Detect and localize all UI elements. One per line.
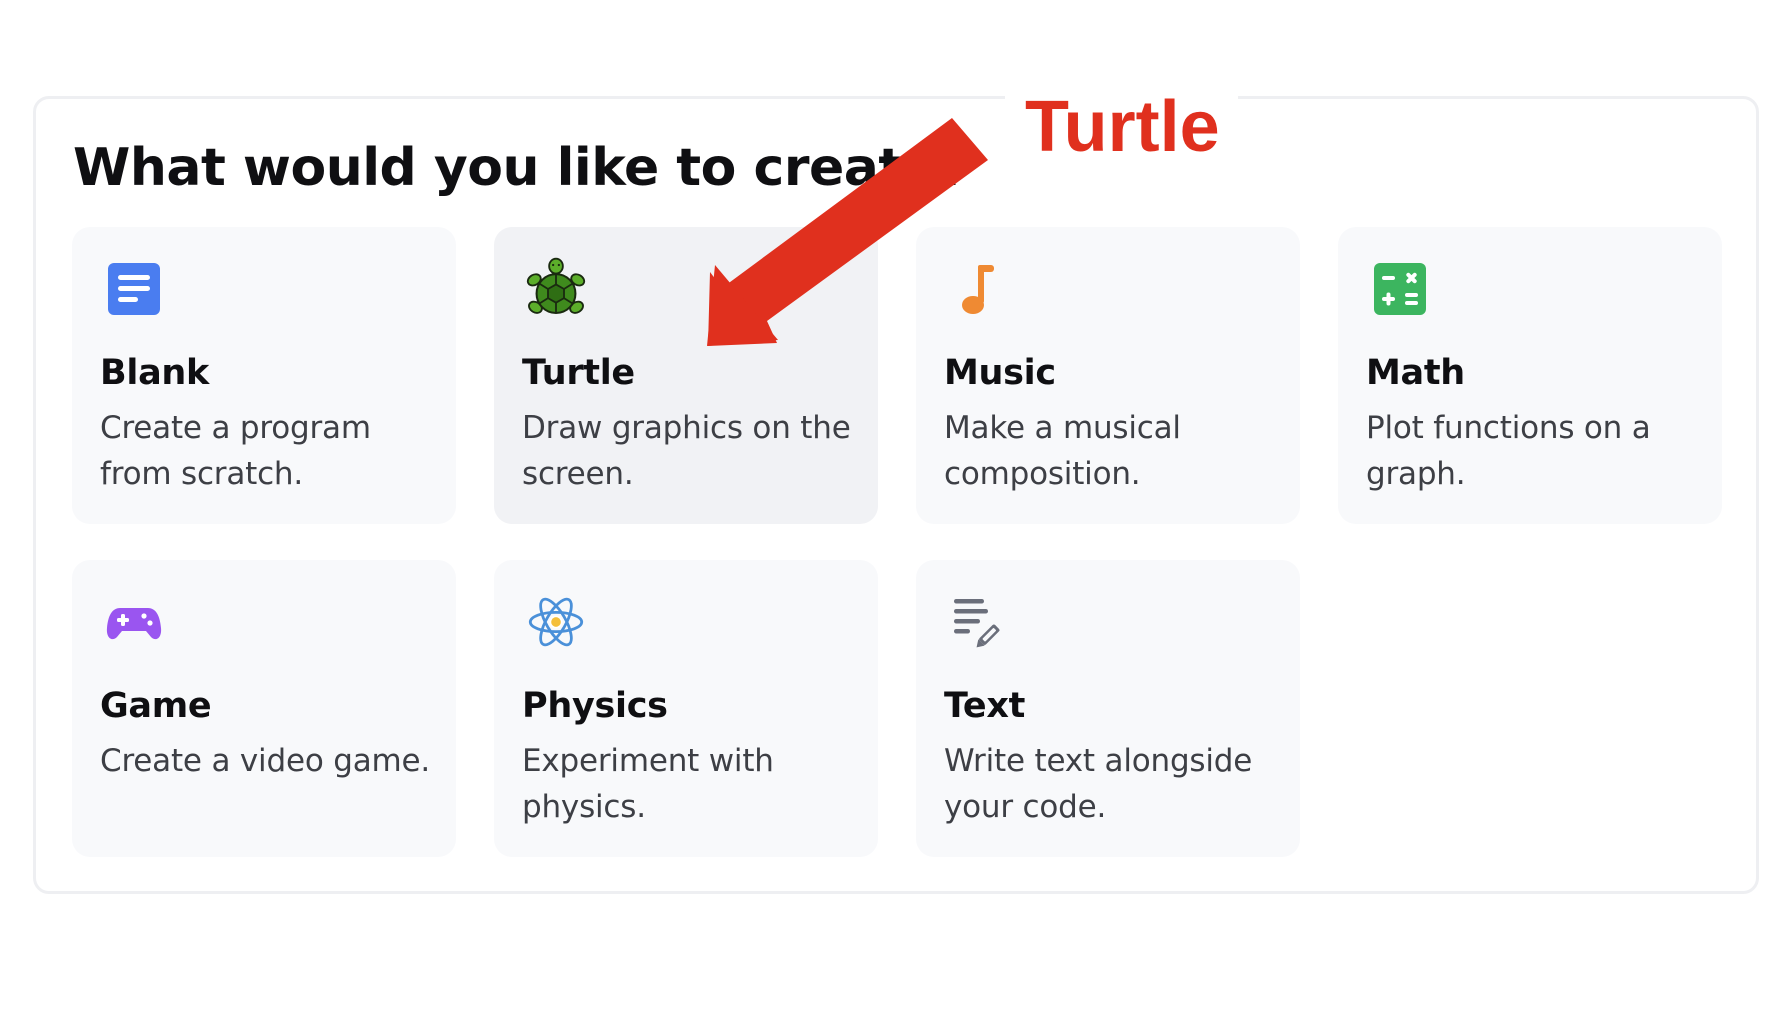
card-title: Turtle: [522, 353, 635, 393]
card-description: Create a program from scratch.: [100, 410, 371, 492]
card-title: Game: [100, 686, 212, 726]
card-math[interactable]: Math Plot functions on a graph.: [1338, 227, 1722, 524]
page-title: What would you like to create?: [73, 138, 968, 198]
card-game[interactable]: Game Create a video game.: [72, 560, 456, 857]
turtle-icon: [526, 257, 586, 315]
card-title: Text: [944, 686, 1026, 726]
card-title: Physics: [522, 686, 668, 726]
card-text[interactable]: Text Write text alongside your code.: [916, 560, 1300, 857]
music-note-icon: [962, 265, 994, 314]
gamepad-icon: [106, 608, 162, 640]
card-description: Experiment with physics.: [522, 743, 774, 825]
card-title: Blank: [100, 353, 209, 393]
card-title: Music: [944, 353, 1056, 393]
atom-icon: [528, 597, 584, 647]
text-edit-icon: [954, 599, 1000, 648]
card-turtle[interactable]: Turtle Draw graphics on the screen.: [494, 227, 878, 524]
card-blank[interactable]: Blank Create a program from scratch.: [72, 227, 456, 524]
calculator-icon: [1374, 263, 1426, 315]
card-description: Create a video game.: [100, 743, 431, 779]
card-title: Math: [1366, 353, 1465, 393]
card-description: Draw graphics on the screen.: [522, 410, 851, 492]
document-icon: [108, 263, 160, 315]
annotation-label: Turtle: [1005, 84, 1238, 170]
card-description: Plot functions on a graph.: [1366, 410, 1651, 492]
card-description: Make a musical composition.: [944, 410, 1181, 492]
card-physics[interactable]: Physics Experiment with physics.: [494, 560, 878, 857]
card-music[interactable]: Music Make a musical composition.: [916, 227, 1300, 524]
card-description: Write text alongside your code.: [944, 743, 1253, 825]
